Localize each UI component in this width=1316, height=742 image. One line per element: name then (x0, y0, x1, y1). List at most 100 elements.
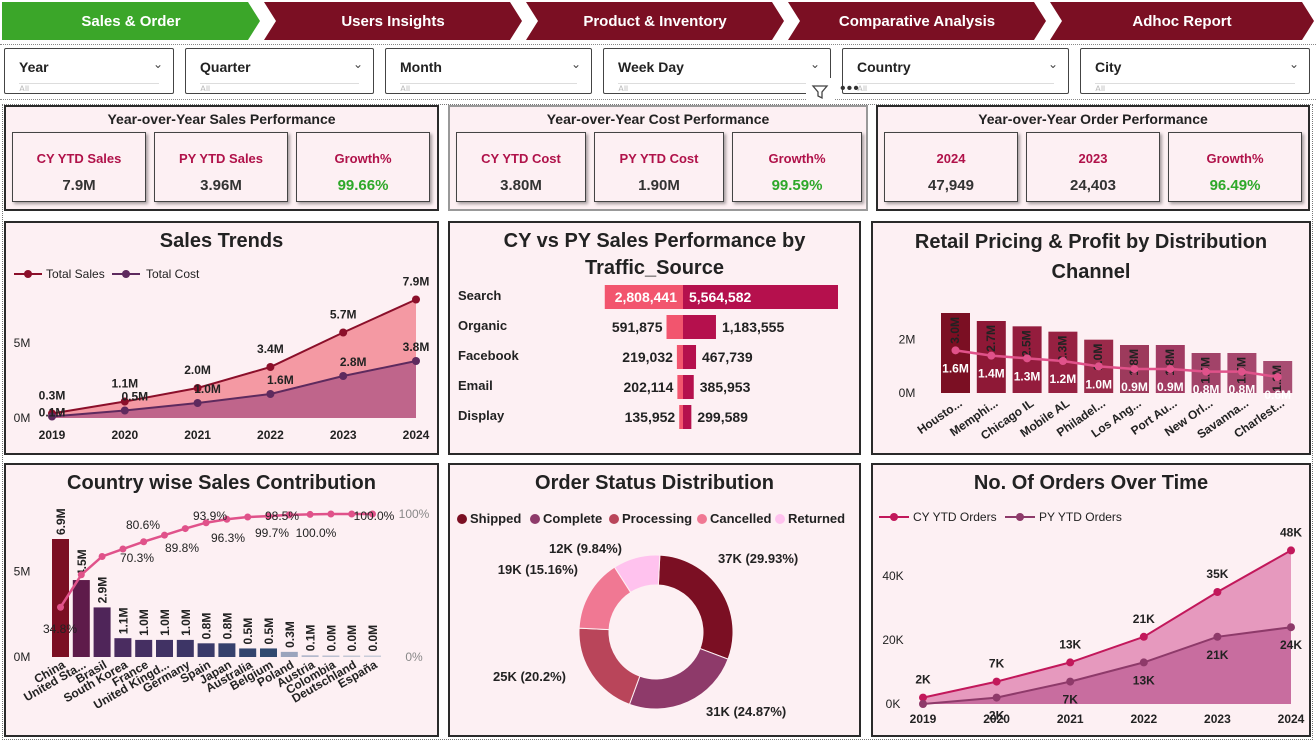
cumulative-point (306, 510, 314, 518)
kpi-sales-title: Year-over-Year Sales Performance (107, 111, 336, 127)
profit-label: 1.0M (1085, 377, 1112, 391)
sales-trends-panel: Sales Trends Total Sales Total Cost 0M 5M 0.… (4, 221, 439, 455)
chevron-down-icon[interactable]: ⌄ (810, 57, 820, 71)
kpi-label: 2023 (1078, 151, 1108, 166)
x-tick: 2023 (330, 428, 357, 442)
kpi-value: 3.96M (200, 177, 242, 194)
country-bar (364, 655, 381, 657)
country-slicer-value: All (857, 83, 1054, 91)
cumulative-point (181, 525, 189, 533)
data-label: 24K (1280, 638, 1302, 652)
py-bar (679, 405, 683, 429)
legend-label: Returned (788, 511, 845, 526)
tab-comparative-analysis[interactable]: Comparative Analysis (788, 2, 1046, 40)
traffic-panel: CY vs PY Sales Performance by Traffic_So… (448, 221, 861, 455)
kpi-value: 24,403 (1070, 177, 1116, 194)
kpi-label: Growth% (1206, 151, 1264, 166)
country-bar-label: 0.0M (366, 625, 380, 652)
y-tick: 0M (14, 411, 31, 425)
traffic-chart: Search 2,808,441 5,564,582 Organic 591,875 1,… (458, 285, 838, 429)
chevron-down-icon[interactable]: ⌄ (1048, 57, 1058, 71)
cumulative-point (98, 552, 106, 560)
profit-label: 1.4M (978, 367, 1005, 381)
cumulative-label: 80.6% (126, 518, 160, 532)
kpi-card-orders-growth: Growth% 96.49% (1168, 132, 1302, 202)
py-bar (666, 315, 683, 339)
more-options-icon[interactable]: ••• (840, 80, 860, 98)
slice-label: 12K (9.84%) (549, 541, 622, 556)
quarter-slicer[interactable]: Quarter ⌄ All (185, 48, 374, 94)
legend-marker-cy (890, 513, 898, 521)
data-label: 5.7M (330, 308, 357, 322)
tab-adhoc-report[interactable]: Adhoc Report (1050, 2, 1314, 40)
kpi-orders-group: Year-over-Year Order Performance 2024 47… (876, 105, 1310, 211)
data-label: 1.1M (111, 377, 138, 391)
cumulative-label: 34.8% (43, 622, 77, 636)
legend-label: Shipped (470, 511, 521, 526)
country-bar-label: 6.9M (54, 508, 68, 535)
cumulative-point (77, 571, 85, 579)
weekday-slicer[interactable]: Week Day ⌄ All (603, 48, 831, 94)
kpi-card-orders-2023: 2023 24,403 (1026, 132, 1160, 202)
cumulative-label: 70.3% (120, 551, 154, 565)
country-bar-label: 0.5M (262, 618, 276, 645)
country-bar (135, 639, 153, 657)
profit-point (1237, 367, 1246, 376)
kpi-value: 7.9M (62, 177, 96, 194)
tab-users-insights[interactable]: Users Insights (264, 2, 522, 40)
country-bar (176, 639, 194, 657)
data-label: 1.0M (194, 382, 221, 396)
country-bar (114, 638, 132, 657)
filter-icon[interactable] (806, 78, 834, 106)
chevron-down-icon[interactable]: ⌄ (353, 57, 363, 71)
data-point (339, 328, 348, 337)
cumulative-label: 100.0% (296, 526, 337, 540)
tab-product-inventory[interactable]: Product & Inventory (526, 2, 784, 40)
country-bar-label: 0.8M (200, 613, 214, 640)
year-slicer-label: Year (19, 59, 49, 75)
month-slicer-value: All (400, 83, 577, 91)
tab-sales-order[interactable]: Sales & Order (2, 2, 260, 40)
city-slicer-label: City (1095, 59, 1122, 75)
data-label: 35K (1206, 567, 1228, 581)
data-point (919, 700, 927, 708)
kpi-value: 96.49% (1209, 177, 1261, 194)
legend-label: Cancelled (710, 511, 771, 526)
legend-label: Processing (622, 511, 692, 526)
country-panel: Country wise Sales Contribution 0M 5M 0% 10… (4, 463, 439, 737)
profit-label: 1.3M (1014, 369, 1041, 383)
category-label: Display (458, 408, 505, 423)
country-bar-label: 2.9M (96, 577, 110, 604)
city-slicer[interactable]: City ⌄ All (1080, 48, 1310, 94)
data-label: 7.9M (403, 275, 430, 289)
cumulative-point (327, 510, 335, 518)
chevron-down-icon[interactable]: ⌄ (153, 57, 163, 71)
slice-label: 31K (24.87%) (706, 704, 786, 719)
legend-marker-py (1016, 513, 1024, 521)
profit-label: 0.9M (1121, 380, 1148, 394)
cumulative-point (161, 531, 168, 539)
chevron-down-icon[interactable]: ⌄ (571, 57, 581, 71)
x-tick: 2022 (1130, 712, 1157, 726)
kpi-value: 99.66% (337, 177, 389, 194)
x-tick: 2019 (910, 712, 937, 726)
data-label: 2.8M (340, 355, 367, 369)
profit-point (1273, 373, 1282, 381)
data-point (339, 372, 348, 380)
country-bar (218, 643, 236, 657)
year-slicer[interactable]: Year ⌄ All (4, 48, 174, 94)
data-point (992, 677, 1001, 686)
country-bar (72, 580, 90, 657)
category-label: Facebook (458, 348, 519, 363)
kpi-card-cy-sales: CY YTD Sales 7.9M (12, 132, 146, 202)
retail-bar-label: 2.5M (1020, 330, 1034, 357)
country-bar (239, 648, 257, 657)
month-slicer[interactable]: Month ⌄ All (385, 48, 592, 94)
py-bar (676, 345, 683, 369)
chevron-down-icon[interactable]: ⌄ (1289, 57, 1299, 71)
country-bar (93, 607, 111, 657)
slice-label: 25K (20.2%) (493, 669, 566, 684)
data-point (412, 295, 420, 304)
country-slicer[interactable]: Country ⌄ All (842, 48, 1069, 94)
data-label: 13K (1133, 673, 1155, 687)
